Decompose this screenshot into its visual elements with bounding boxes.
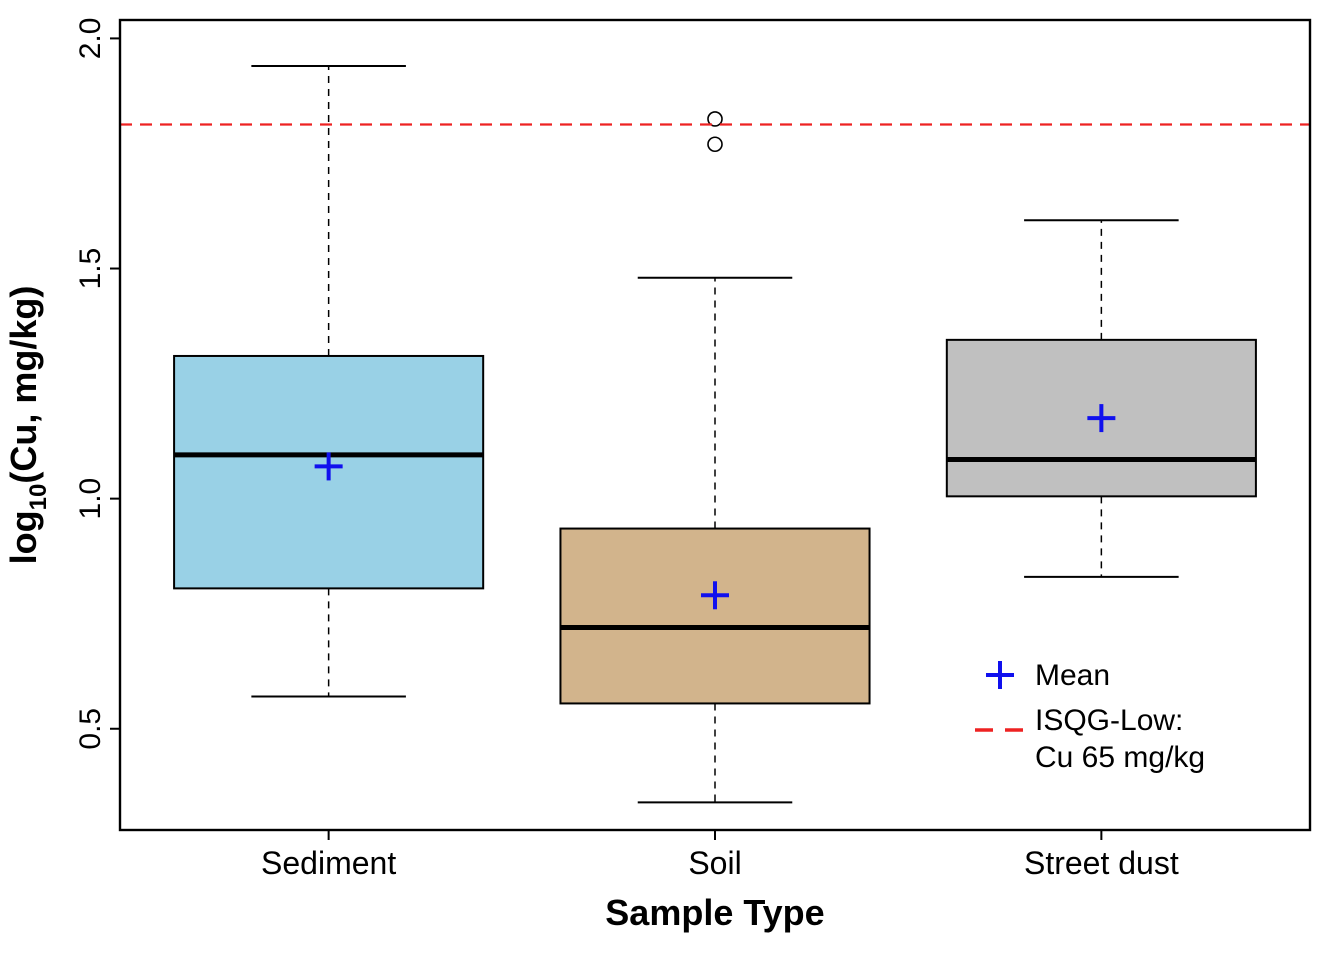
legend-hline-label: ISQG-Low: (1035, 704, 1183, 737)
outlier-point (708, 137, 722, 151)
box (560, 529, 869, 704)
x-tick-label: Soil (688, 845, 741, 881)
y-tick-label: 0.5 (74, 708, 107, 750)
y-tick-label: 1.0 (74, 478, 107, 520)
y-tick-label: 1.5 (74, 248, 107, 290)
legend-hline-label: Cu 65 mg/kg (1035, 741, 1205, 774)
x-tick-label: Street dust (1024, 845, 1179, 881)
y-tick-label: 2.0 (74, 18, 107, 60)
x-axis-label: Sample Type (605, 892, 824, 933)
y-axis-label: log10(Cu, mg/kg) (3, 286, 52, 565)
boxplot-chart: 0.5 1.0 1.5 2.0 Sediment Soil Street dust Sampl… (0, 0, 1344, 960)
x-tick-label: Sediment (261, 845, 396, 881)
legend-mean-label: Mean (1035, 659, 1110, 692)
